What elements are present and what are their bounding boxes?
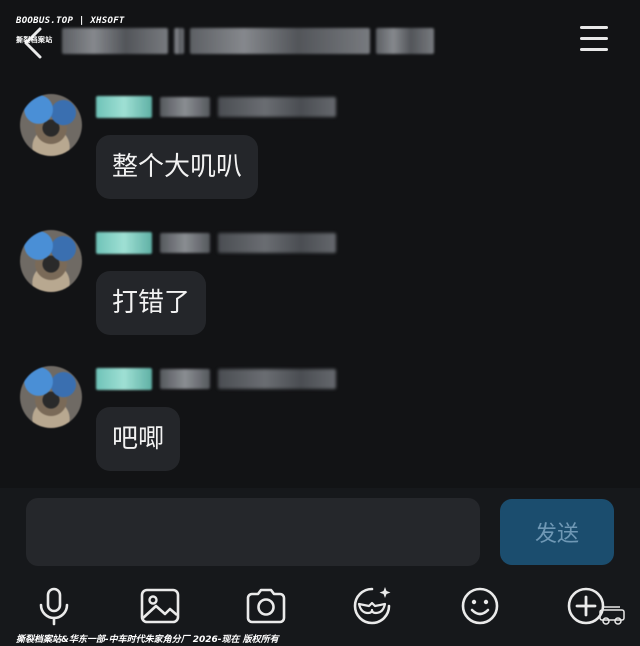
sender-info (96, 232, 336, 254)
sender-meta (218, 369, 336, 389)
avatar[interactable] (20, 230, 82, 292)
watermark-top: BOOBUS.TOP | XHSOFT 撕裂档案站 (16, 16, 125, 44)
camera-icon[interactable] (240, 580, 292, 632)
composer-bar: 发送 (0, 488, 640, 578)
level-badge (96, 232, 152, 254)
sender-name (160, 233, 210, 253)
watermark-bottom: 撕裂档案站&华东一部-中车时代朱家角分厂 2026-现在 版权所有 (16, 635, 279, 645)
microphone-icon[interactable] (28, 580, 80, 632)
hamburger-menu-icon[interactable] (580, 26, 610, 52)
sender-info (96, 368, 336, 390)
sender-meta (218, 97, 336, 117)
sticker-icon[interactable] (346, 580, 398, 632)
sender-meta (218, 233, 336, 253)
level-badge (96, 368, 152, 390)
message-bubble[interactable]: 吧唧 (96, 407, 181, 471)
send-button[interactable]: 发送 (500, 499, 614, 565)
avatar[interactable] (20, 366, 82, 428)
message-item: 整个大叽叭 (0, 82, 640, 212)
message-bubble[interactable]: 整个大叽叭 (96, 135, 259, 199)
sender-name (160, 369, 210, 389)
message-item: 吧唧 (0, 354, 640, 484)
emoji-icon[interactable] (454, 580, 506, 632)
message-input[interactable] (26, 498, 480, 566)
chat-screen: BOOBUS.TOP | XHSOFT 撕裂档案站 整个大叽叭 打错了 吧唧 发… (0, 0, 640, 646)
image-icon[interactable] (134, 580, 186, 632)
level-badge (96, 96, 152, 118)
message-bubble[interactable]: 打错了 (96, 271, 207, 335)
avatar[interactable] (20, 94, 82, 156)
sender-name (160, 97, 210, 117)
message-item: 打错了 (0, 218, 640, 348)
message-list: 整个大叽叭 打错了 吧唧 (0, 82, 640, 488)
sender-info (96, 96, 336, 118)
watermark-logo (594, 604, 630, 632)
